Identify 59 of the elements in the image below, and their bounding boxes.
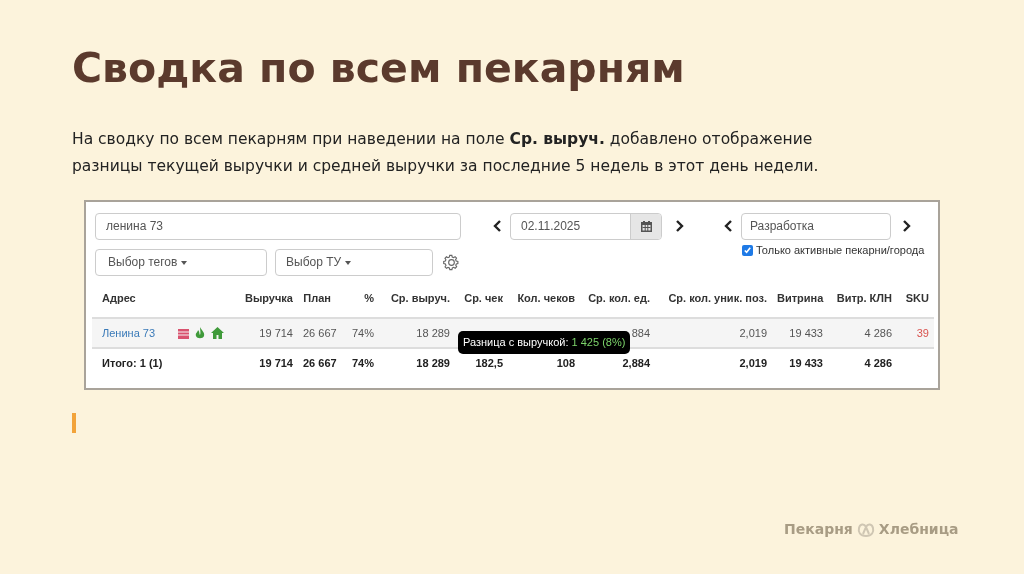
checkbox-label: Только активные пекарни/города <box>756 243 925 258</box>
logo-text: Пекарня <box>784 520 853 539</box>
table-cell: 18 289 <box>416 357 450 370</box>
home-icon <box>211 327 224 339</box>
table-cell: 19 433 <box>789 326 823 339</box>
column-header[interactable]: SKU <box>897 280 934 318</box>
table-cell: 4 286 <box>864 326 892 339</box>
table-cell: 74% <box>351 357 374 370</box>
caret-icon <box>345 260 352 265</box>
table-cell: 2,019 <box>739 326 767 339</box>
calendar-button[interactable] <box>630 213 661 239</box>
tu-dropdown[interactable]: Выбор ТУ <box>275 249 433 276</box>
chevron-right-icon[interactable] <box>901 220 911 232</box>
table-cell: 18 289 <box>416 326 450 339</box>
column-header[interactable]: Адрес <box>92 280 236 318</box>
calendar-icon <box>640 220 652 232</box>
pretzel-icon <box>856 521 875 538</box>
table-cell: 182,5 <box>475 357 503 370</box>
table-cell: 2,019 <box>739 357 767 370</box>
table-cell: 884 <box>631 326 650 339</box>
address-link[interactable]: Ленина 73 <box>102 324 178 342</box>
table-cell: 26 667 <box>303 326 337 339</box>
chevron-left-icon[interactable] <box>493 220 503 232</box>
fire-icon <box>195 327 205 339</box>
chevron-left-icon[interactable] <box>724 220 734 232</box>
table-cell: 39 <box>916 326 929 339</box>
caret-icon <box>181 260 188 265</box>
table-cell: 2,884 <box>622 357 650 370</box>
tags-dropdown[interactable]: Выбор тегов <box>95 249 267 276</box>
date-field[interactable]: 02.11.2025 <box>510 212 662 240</box>
checkbox[interactable] <box>742 244 753 256</box>
table-cell: 26 667 <box>303 357 337 370</box>
table-cell: 19 433 <box>789 357 823 370</box>
table-cell: 19 714 <box>259 357 293 370</box>
column-header[interactable]: Витр. КЛН <box>828 280 897 318</box>
column-header[interactable]: % <box>336 280 379 318</box>
slide-text: На сводку по всем пекарням при наведении на поле Ср. выруч. добавлено отображение разницы текущей выручки и средней выручки за последние 5 недель в этот день недели. <box>72 129 820 177</box>
chevron-right-icon[interactable] <box>674 220 684 232</box>
accent-bar <box>72 413 76 433</box>
search-field[interactable]: ленина 73 <box>95 212 461 240</box>
column-header[interactable]: Ср. кол. ед. <box>580 280 655 318</box>
settings-icon[interactable] <box>443 254 460 271</box>
table-cell: 108 <box>556 357 575 370</box>
column-header[interactable]: Кол. чеков <box>508 280 580 318</box>
column-header[interactable]: Ср. выруч. <box>379 280 455 318</box>
tooltip: Разница с выручкой: 1 425 (8%) <box>458 331 631 354</box>
column-header[interactable]: Ср. чек <box>455 280 508 318</box>
group-field[interactable]: Разработка <box>741 212 891 240</box>
calendar-icon <box>178 327 189 339</box>
table-cell: 74% <box>351 326 374 339</box>
table-cell: 4 286 <box>864 357 892 370</box>
column-header[interactable]: Витрина <box>772 280 828 318</box>
column-header[interactable]: Ср. кол. уник. поз. <box>655 280 772 318</box>
slide-title: Сводка по всем пекарням <box>72 43 686 94</box>
total-label: Итого: 1 (1) <box>92 348 236 378</box>
column-header[interactable]: План <box>298 280 336 318</box>
table-cell: 19 714 <box>259 326 293 339</box>
column-header[interactable]: Выручка <box>236 280 298 318</box>
logo-text: Хлебница <box>878 520 959 539</box>
